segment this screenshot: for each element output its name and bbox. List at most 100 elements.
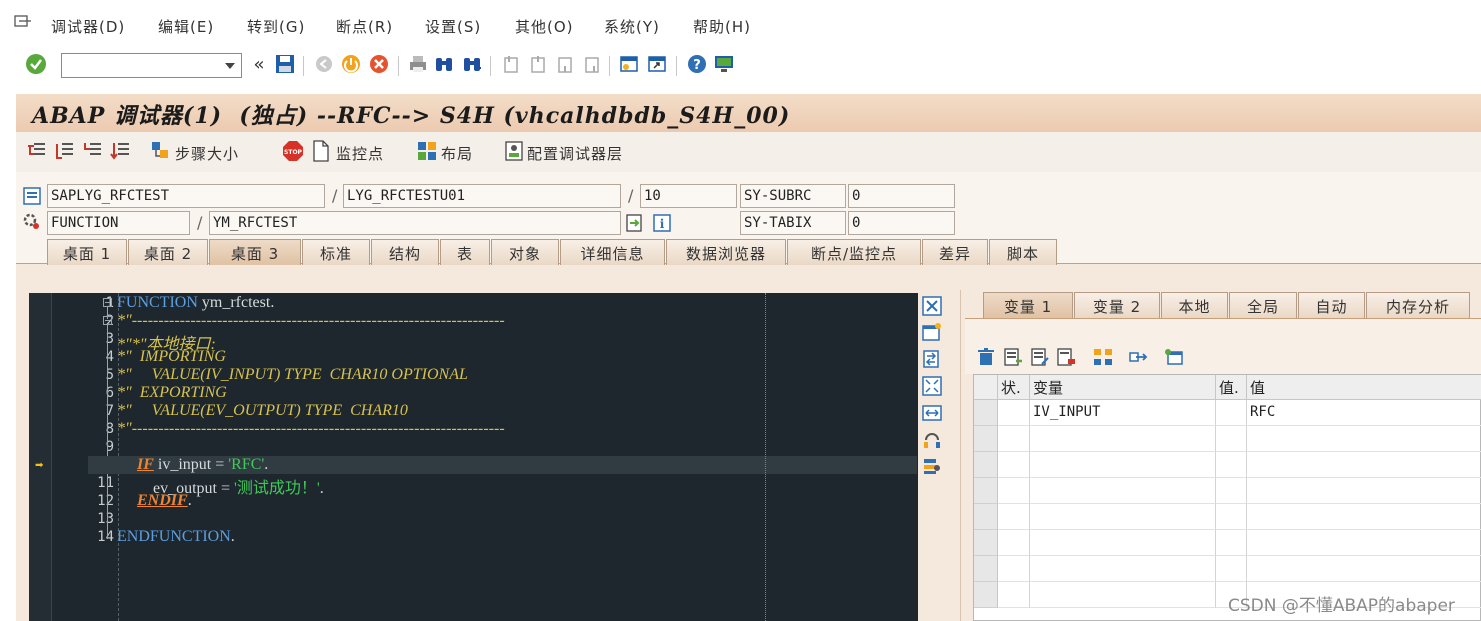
chevron-down-icon[interactable]	[225, 63, 235, 69]
menu-system[interactable]: 系统(Y)	[604, 16, 660, 37]
maximize-tool-icon[interactable]	[922, 376, 942, 396]
code-line[interactable]: *" IMPORTING	[117, 348, 226, 366]
menu-settings[interactable]: 设置(S)	[425, 16, 481, 37]
tab-global[interactable]: 全局	[1229, 292, 1297, 318]
command-field[interactable]	[61, 53, 242, 78]
help-icon[interactable]: ?	[686, 53, 708, 75]
new-session-icon[interactable]	[618, 53, 640, 75]
swap-tool-icon[interactable]	[922, 349, 942, 369]
first-page-icon[interactable]	[500, 53, 522, 75]
line-field[interactable]: 10	[640, 184, 737, 208]
menu-other[interactable]: 其他(O)	[515, 16, 574, 37]
code-line[interactable]: *" EXPORTING	[117, 384, 227, 402]
step-size-button[interactable]: 步骤大小	[175, 143, 239, 164]
code-line[interactable]: ENDFUNCTION.	[117, 528, 235, 546]
column-header-status[interactable]: 状.	[998, 375, 1030, 400]
tab-desktop-2[interactable]: 桌面 2	[128, 239, 208, 265]
code-line[interactable]: *" VALUE(EV_OUTPUT) TYPE CHAR10	[117, 402, 408, 420]
code-line[interactable]: *" VALUE(IV_INPUT) TYPE CHAR10 OPTIONAL	[117, 366, 468, 384]
tab-data-explorer[interactable]: 数据浏览器	[666, 239, 786, 265]
code-line[interactable]: *"*"本地接口:	[117, 330, 216, 353]
layout-grid-icon[interactable]	[416, 140, 438, 166]
find-icon[interactable]	[433, 53, 455, 75]
code-line[interactable]: ev_output = '测试成功！'.	[153, 474, 324, 497]
event-field[interactable]: YM_RFCTEST	[209, 211, 621, 235]
settings-tool-icon[interactable]	[922, 456, 942, 476]
step-size-icon[interactable]	[150, 140, 172, 166]
tab-auto[interactable]: 自动	[1298, 292, 1365, 318]
column-header-variable[interactable]: 变量	[1030, 375, 1216, 400]
remove-list-icon[interactable]	[1056, 347, 1076, 367]
include-field[interactable]: LYG_RFCTESTU01	[343, 184, 621, 208]
layout-icon[interactable]	[713, 53, 735, 75]
code-line[interactable]: FUNCTION ym_rfctest.	[117, 294, 274, 312]
close-tool-icon[interactable]	[922, 296, 942, 316]
delete-icon[interactable]	[976, 347, 996, 367]
code-line[interactable]: *"--------------------------------------…	[117, 420, 505, 438]
menu-icon[interactable]	[14, 15, 32, 29]
back-double-arrow-icon[interactable]: «	[248, 53, 270, 75]
next-page-icon[interactable]	[554, 53, 576, 75]
menu-breakpoints[interactable]: 断点(R)	[336, 16, 393, 37]
save-icon[interactable]	[274, 53, 296, 75]
menu-help[interactable]: 帮助(H)	[693, 16, 751, 37]
tab-desktop-1[interactable]: 桌面 1	[47, 239, 127, 265]
value-cell[interactable]: RFC	[1247, 400, 1481, 426]
menu-edit[interactable]: 编辑(E)	[158, 16, 214, 37]
sysvar2-name-field[interactable]: SY-TABIX	[740, 211, 846, 235]
menu-goto[interactable]: 转到(G)	[247, 16, 305, 37]
tab-variables-2[interactable]: 变量 2	[1074, 292, 1160, 318]
cancel-icon[interactable]	[368, 53, 390, 75]
layout-button[interactable]: 布局	[441, 143, 473, 164]
column-header-value-type[interactable]: 值.	[1216, 375, 1247, 400]
tab-script[interactable]: 脚本	[989, 239, 1057, 265]
return-icon[interactable]	[82, 140, 104, 166]
tab-standard[interactable]: 标准	[302, 239, 370, 265]
continue-icon[interactable]	[110, 140, 132, 166]
stop-icon[interactable]: STOP	[282, 140, 304, 166]
import-list-icon[interactable]	[1003, 347, 1023, 367]
row-selector[interactable]	[974, 400, 998, 426]
tab-local[interactable]: 本地	[1161, 292, 1228, 318]
export-icon[interactable]	[1128, 347, 1148, 367]
execute-icon[interactable]	[54, 140, 76, 166]
breakpoint-gutter[interactable]	[29, 293, 52, 621]
configure-layers-icon[interactable]	[503, 140, 525, 166]
tab-diff[interactable]: 差异	[922, 239, 988, 265]
info-icon[interactable]: i	[652, 213, 672, 237]
tab-desktop-3[interactable]: 桌面 3	[209, 239, 301, 265]
fold-toggle-icon[interactable]	[103, 298, 112, 307]
back-icon[interactable]	[313, 53, 335, 75]
tab-breakpoints[interactable]: 断点/监控点	[787, 239, 921, 265]
sysvar-value-field[interactable]: 0	[848, 184, 955, 208]
tab-memory-analysis[interactable]: 内存分析	[1366, 292, 1470, 318]
shortcut-icon[interactable]	[646, 53, 668, 75]
program-field[interactable]: SAPLYG_RFCTEST	[47, 184, 325, 208]
variable-cell[interactable]: IV_INPUT	[1030, 400, 1216, 426]
event-type-field[interactable]: FUNCTION	[47, 211, 190, 235]
resize-tool-icon[interactable]	[922, 403, 942, 423]
tab-table[interactable]: 表	[440, 239, 490, 265]
prev-page-icon[interactable]	[527, 53, 549, 75]
configure-layers-button[interactable]: 配置调试器层	[527, 143, 623, 164]
menu-debugger[interactable]: 调试器(D)	[51, 16, 125, 37]
watchpoint-button[interactable]: 监控点	[336, 143, 384, 164]
new-tool-icon[interactable]	[922, 322, 942, 342]
tab-variables-1[interactable]: 变量 1	[983, 292, 1073, 318]
code-line[interactable]: ENDIF.	[137, 492, 192, 510]
services-tool-icon[interactable]	[922, 430, 942, 450]
window-settings-icon[interactable]	[1164, 347, 1184, 367]
exit-icon[interactable]	[340, 53, 362, 75]
code-line[interactable]: IF iv_input = 'RFC'.	[137, 456, 268, 474]
sysvar2-value-field[interactable]: 0	[848, 211, 955, 235]
tab-object[interactable]: 对象	[491, 239, 559, 265]
tab-structure[interactable]: 结构	[371, 239, 439, 265]
navigate-icon[interactable]	[625, 213, 645, 237]
hierarchy-icon[interactable]	[1093, 347, 1113, 367]
print-icon[interactable]	[407, 53, 429, 75]
find-next-icon[interactable]	[461, 53, 483, 75]
code-line[interactable]: *"--------------------------------------…	[117, 312, 505, 330]
single-step-icon[interactable]	[26, 140, 48, 166]
column-header-value[interactable]: 值	[1247, 375, 1481, 400]
sysvar-name-field[interactable]: SY-SUBRC	[740, 184, 846, 208]
